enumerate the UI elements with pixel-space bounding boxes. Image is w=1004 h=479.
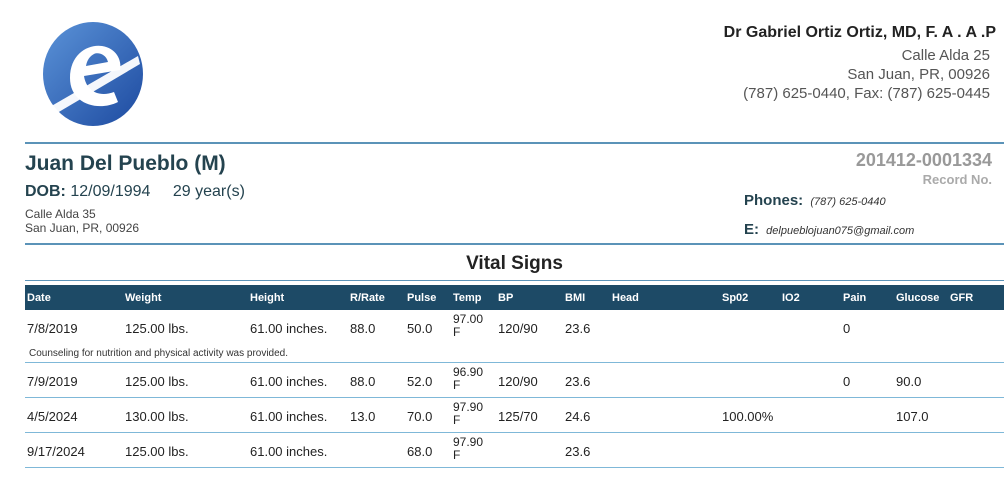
vitals-table: Date Weight Height R/Rate Pulse Temp BP … <box>25 285 1004 468</box>
cell-temp: 97.90 F <box>453 401 483 427</box>
cell-bp: 120/90 <box>498 321 538 336</box>
dob-value: 12/09/1994 <box>70 183 151 200</box>
cell-pain: 0 <box>843 374 851 389</box>
cell-sp02: 100.00% <box>722 409 774 424</box>
table-header: Date Weight Height R/Rate Pulse Temp BP … <box>25 285 1004 310</box>
phone-value: (787) 625-0440 <box>810 196 886 208</box>
table-row: 4/5/2024 130.00 lbs. 61.00 inches. 13.0 … <box>25 398 1004 433</box>
table-row: 7/8/2019 125.00 lbs. 61.00 inches. 88.0 … <box>25 310 1004 345</box>
record-label: Record No. <box>922 172 992 187</box>
cell-bmi: 23.6 <box>565 321 591 336</box>
cell-rr: 13.0 <box>350 409 376 424</box>
cell-weight: 130.00 lbs. <box>125 409 189 424</box>
temp-unit: F <box>453 413 461 427</box>
temp-value: 97.90 <box>453 435 484 449</box>
header-divider <box>25 142 1004 144</box>
cell-date: 7/9/2019 <box>27 374 78 389</box>
cell-glucose: 90.0 <box>896 374 922 389</box>
header-height: Height <box>250 292 285 304</box>
cell-weight: 125.00 lbs. <box>125 374 189 389</box>
title-divider <box>25 280 1004 281</box>
header-bp: BP <box>498 292 514 304</box>
email-label: E: <box>744 221 759 238</box>
cell-temp: 97.90 F <box>453 436 483 462</box>
header-glucose: Glucose <box>896 292 940 304</box>
header-gfr: GFR <box>950 292 974 304</box>
cell-rr: 88.0 <box>350 321 376 336</box>
doctor-name: Dr Gabriel Ortiz Ortiz, MD, F. A . A .P <box>723 24 996 41</box>
record-id: 201412-0001334 <box>855 150 992 170</box>
header-io2: IO2 <box>782 292 800 304</box>
doctor-address-line2: San Juan, PR, 00926 <box>847 66 990 83</box>
header-pain: Pain <box>843 292 867 304</box>
patient-dob: DOB: 12/09/1994 29 year(s) <box>25 183 245 201</box>
note-text: Counseling for nutrition and physical ac… <box>29 348 289 359</box>
cell-temp: 97.00 F <box>453 313 483 339</box>
temp-unit: F <box>453 378 461 392</box>
cell-height: 61.00 inches. <box>250 409 328 424</box>
cell-glucose: 107.0 <box>896 409 929 424</box>
doctor-address-line1: Calle Alda 25 <box>901 47 990 64</box>
patient-divider <box>25 243 1004 245</box>
header-head: Head <box>612 292 639 304</box>
doctor-info: Dr Gabriel Ortiz Ortiz, MD, F. A . A .P … <box>724 24 996 103</box>
cell-pulse: 68.0 <box>407 444 433 459</box>
cell-pulse: 52.0 <box>407 374 433 389</box>
cell-weight: 125.00 lbs. <box>125 444 189 459</box>
header-weight: Weight <box>125 292 162 304</box>
cell-pain: 0 <box>843 321 851 336</box>
cell-bmi: 24.6 <box>565 409 591 424</box>
cell-bmi: 23.6 <box>565 374 591 389</box>
cell-pulse: 70.0 <box>407 409 433 424</box>
section-title: Vital Signs <box>466 253 563 274</box>
header-pulse: Pulse <box>407 292 437 304</box>
temp-unit: F <box>453 448 461 462</box>
header-sp02: Sp02 <box>722 292 749 304</box>
temp-value: 97.90 <box>453 400 484 414</box>
phones-label: Phones: <box>744 192 804 209</box>
email-value: delpueblojuan075@gmail.com <box>766 225 915 237</box>
practice-logo-icon <box>43 22 143 126</box>
cell-height: 61.00 inches. <box>250 321 328 336</box>
record-number: 201412-0001334 Record No. <box>856 150 992 187</box>
temp-value: 96.90 <box>453 365 484 379</box>
table-row: 7/9/2019 125.00 lbs. 61.00 inches. 88.0 … <box>25 363 1004 398</box>
cell-pulse: 50.0 <box>407 321 433 336</box>
cell-date: 7/8/2019 <box>27 321 78 336</box>
patient-email: E: delpueblojuan075@gmail.com <box>744 221 914 238</box>
header-rr: R/Rate <box>350 292 385 304</box>
patient-phones: Phones: (787) 625-0440 <box>744 192 886 209</box>
cell-bmi: 23.6 <box>565 444 591 459</box>
temp-unit: F <box>453 325 461 339</box>
doctor-contact: (787) 625-0440, Fax: (787) 625-0445 <box>743 85 990 102</box>
cell-weight: 125.00 lbs. <box>125 321 189 336</box>
temp-value: 97.00 <box>453 312 484 326</box>
cell-date: 4/5/2024 <box>27 409 78 424</box>
cell-temp: 96.90 F <box>453 366 483 392</box>
patient-address: Calle Alda 35 San Juan, PR, 00926 <box>25 207 139 235</box>
header-bmi: BMI <box>565 292 586 304</box>
table-row: 9/17/2024 125.00 lbs. 61.00 inches. 68.0… <box>25 433 1004 468</box>
header-date: Date <box>27 292 51 304</box>
cell-height: 61.00 inches. <box>250 374 328 389</box>
cell-bp: 120/90 <box>498 374 538 389</box>
cell-height: 61.00 inches. <box>250 444 328 459</box>
row-note: Counseling for nutrition and physical ac… <box>25 345 1004 363</box>
header-temp: Temp <box>453 292 482 304</box>
dob-label: DOB: <box>25 183 66 200</box>
patient-age: 29 year(s) <box>172 183 245 200</box>
patient-name: Juan Del Pueblo (M) <box>25 152 226 175</box>
cell-date: 9/17/2024 <box>27 444 85 459</box>
patient-address-line1: Calle Alda 35 <box>25 207 96 221</box>
patient-address-line2: San Juan, PR, 00926 <box>25 221 140 235</box>
cell-bp: 125/70 <box>498 409 538 424</box>
cell-rr: 88.0 <box>350 374 376 389</box>
